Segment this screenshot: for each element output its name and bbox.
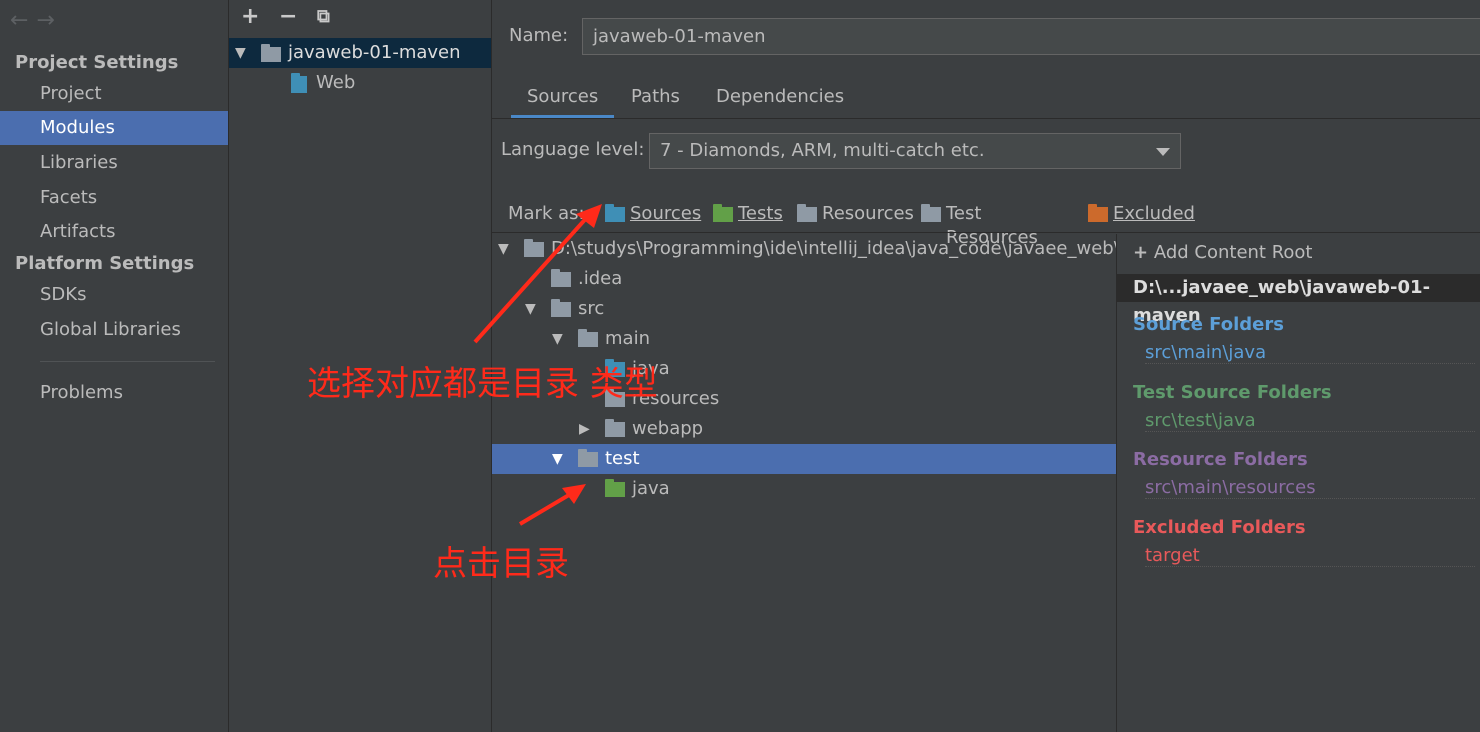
web-facet-label: Web — [316, 72, 356, 93]
nav-item-project[interactable]: Project — [0, 77, 228, 111]
language-level-select[interactable]: 7 - Diamonds, ARM, multi-catch etc. — [649, 133, 1181, 169]
module-name-input[interactable]: javaweb-01-maven — [582, 18, 1480, 55]
test-folder-path[interactable]: src\test\java — [1145, 410, 1475, 432]
sources-folder-icon — [605, 204, 625, 222]
annotation-click-directory: 点击目录 — [433, 544, 569, 584]
test-resources-folder-icon — [921, 204, 941, 222]
tests-folder-icon — [713, 204, 733, 222]
excluded-folders-title: Excluded Folders — [1133, 517, 1306, 538]
name-label: Name: — [509, 25, 569, 46]
module-name: javaweb-01-maven — [288, 42, 461, 63]
folder-icon — [578, 449, 598, 467]
nav-divider — [40, 361, 215, 362]
mark-as-label: Mark as: — [508, 203, 585, 224]
annotation-select-type: 选择对应都是目录 类型 — [307, 364, 658, 404]
remove-icon[interactable]: − — [279, 4, 297, 29]
project-settings-heading: Project Settings — [15, 52, 179, 73]
resource-folder-path[interactable]: src\main\resources — [1145, 477, 1475, 499]
expand-triangle-icon[interactable]: ▶ — [579, 414, 590, 444]
folder-icon — [578, 329, 598, 347]
tab-divider — [492, 118, 1480, 119]
test-folder-icon — [605, 479, 625, 497]
folder-icon — [551, 269, 571, 287]
chevron-down-icon — [1156, 148, 1170, 156]
tab-paths[interactable]: Paths — [631, 84, 680, 118]
resources-folder-icon — [797, 204, 817, 222]
collapse-triangle-icon[interactable]: ▼ — [552, 444, 563, 474]
tree-row-main[interactable]: ▼ main — [492, 324, 1116, 354]
excluded-folder-icon — [1088, 204, 1108, 222]
nav-item-artifacts[interactable]: Artifacts — [0, 215, 228, 249]
collapse-triangle-icon[interactable]: ▼ — [498, 234, 509, 264]
copy-icon[interactable]: ⧉ — [317, 6, 330, 27]
content-root-tree: ▼ D:\studys\Programming\ide\intellij_ide… — [492, 234, 1116, 732]
folder-icon — [551, 299, 571, 317]
language-level-label: Language level: — [501, 139, 645, 160]
tree-row-idea[interactable]: .idea — [492, 264, 1116, 294]
nav-item-facets[interactable]: Facets — [0, 181, 228, 215]
collapse-triangle-icon[interactable]: ▼ — [525, 294, 536, 324]
nav-item-libraries[interactable]: Libraries — [0, 146, 228, 180]
module-row-root[interactable]: ▼ javaweb-01-maven — [229, 38, 491, 68]
tree-row-test-java[interactable]: java — [492, 474, 1116, 504]
folder-icon — [605, 419, 625, 437]
tree-row-test[interactable]: ▼ test — [492, 444, 1116, 474]
settings-nav: ←→ Project Settings Project Modules Libr… — [0, 0, 229, 732]
nav-item-global-libraries[interactable]: Global Libraries — [0, 313, 228, 347]
back-forward-icons[interactable]: ←→ — [10, 8, 63, 33]
tab-dependencies[interactable]: Dependencies — [716, 84, 844, 118]
tab-sources[interactable]: Sources — [511, 84, 615, 118]
module-folder-icon — [261, 44, 281, 62]
tree-row-src[interactable]: ▼ src — [492, 294, 1116, 324]
test-source-folders-title: Test Source Folders — [1133, 382, 1332, 403]
content-root-path: D:\...javaee_web\javaweb-01-maven — [1117, 274, 1480, 326]
add-content-root-button[interactable]: + Add Content Root — [1133, 242, 1313, 263]
folder-icon — [524, 239, 544, 257]
source-folder-path[interactable]: src\main\java — [1145, 342, 1475, 364]
platform-settings-heading: Platform Settings — [15, 253, 195, 274]
tree-row-root[interactable]: ▼ D:\studys\Programming\ide\intellij_ide… — [492, 234, 1116, 264]
add-icon[interactable]: + — [241, 4, 259, 29]
nav-item-problems[interactable]: Problems — [0, 376, 228, 410]
nav-item-modules[interactable]: Modules — [0, 111, 228, 145]
content-root-panel: + Add Content Root D:\...javaee_web\java… — [1116, 234, 1480, 732]
plus-icon: + — [1133, 242, 1149, 263]
collapse-triangle-icon[interactable]: ▼ — [235, 38, 246, 68]
module-row-web[interactable]: Web — [229, 68, 491, 98]
web-facet-icon — [291, 73, 307, 93]
source-folders-title: Source Folders — [1133, 314, 1284, 335]
excluded-folder-path[interactable]: target — [1145, 545, 1475, 567]
collapse-triangle-icon[interactable]: ▼ — [552, 324, 563, 354]
nav-item-sdks[interactable]: SDKs — [0, 278, 228, 312]
tree-row-webapp[interactable]: ▶ webapp — [492, 414, 1116, 444]
resource-folders-title: Resource Folders — [1133, 449, 1308, 470]
tree-divider — [492, 232, 1480, 233]
language-level-value: 7 - Diamonds, ARM, multi-catch etc. — [660, 140, 985, 161]
